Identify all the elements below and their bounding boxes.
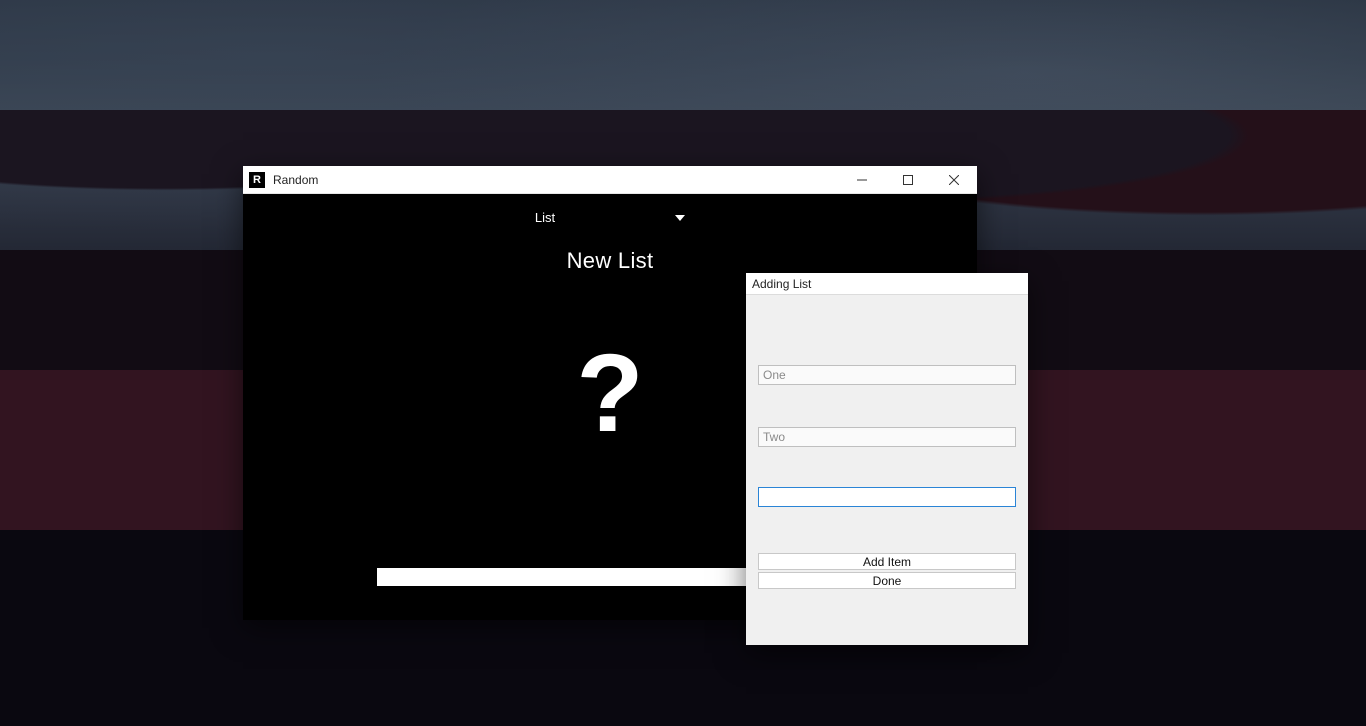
minimize-icon: [857, 175, 867, 185]
add-item-button[interactable]: Add Item: [758, 553, 1016, 570]
done-label: Done: [873, 574, 902, 588]
dialog-title: Adding List: [752, 277, 811, 291]
main-window-titlebar[interactable]: R Random: [243, 166, 977, 194]
list-title: New List: [243, 248, 977, 274]
list-item-input-3[interactable]: [758, 487, 1016, 507]
done-button[interactable]: Done: [758, 572, 1016, 589]
maximize-icon: [903, 175, 913, 185]
minimize-button[interactable]: [839, 166, 885, 194]
add-item-label: Add Item: [863, 555, 911, 569]
chevron-down-icon: [675, 215, 685, 221]
desktop-wallpaper: R Random List New List ?: [0, 0, 1366, 726]
maximize-button[interactable]: [885, 166, 931, 194]
app-icon: R: [249, 172, 265, 188]
close-button[interactable]: [931, 166, 977, 194]
dialog-body: Add Item Done: [746, 295, 1028, 645]
mode-label: List: [535, 210, 555, 225]
list-item-input-2[interactable]: [758, 427, 1016, 447]
mode-selector[interactable]: List: [243, 210, 977, 225]
dialog-titlebar[interactable]: Adding List: [746, 273, 1028, 295]
list-item-input-1[interactable]: [758, 365, 1016, 385]
adding-list-dialog: Adding List Add Item Done: [746, 273, 1028, 645]
window-title: Random: [273, 173, 318, 187]
window-controls: [839, 166, 977, 194]
close-icon: [949, 175, 959, 185]
